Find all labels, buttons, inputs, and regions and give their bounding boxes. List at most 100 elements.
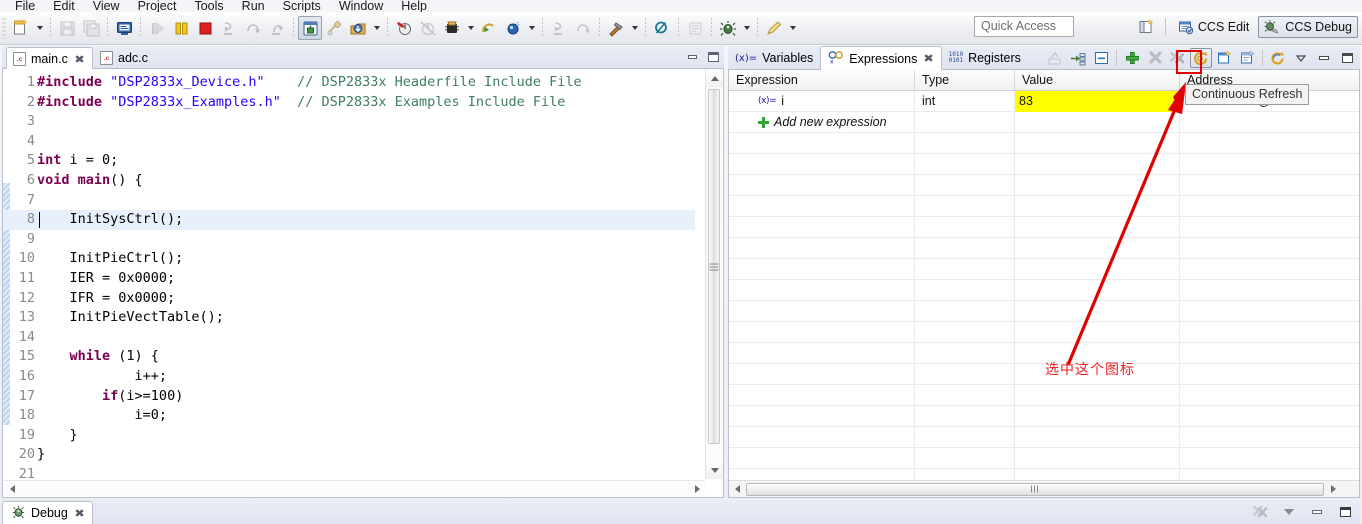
show-details-icon[interactable]: [1067, 48, 1089, 68]
scroll-right-icon[interactable]: [689, 481, 705, 496]
new-file-icon[interactable]: [9, 16, 33, 40]
code-line[interactable]: 19 }: [3, 426, 695, 446]
code-line[interactable]: 18 i=0;: [3, 406, 695, 426]
scroll-up-icon[interactable]: [706, 70, 723, 87]
code-line[interactable]: 11 IER = 0x0000;: [3, 269, 695, 289]
toolbar-grip[interactable]: [2, 17, 6, 39]
scroll-left-icon[interactable]: [729, 482, 745, 497]
empty-table-row[interactable]: [729, 427, 1359, 448]
code-line[interactable]: 2 #include "DSP2833x_Examples.h" // DSP28…: [3, 93, 695, 113]
save-icon[interactable]: [55, 16, 79, 40]
run-to-line-icon[interactable]: [477, 16, 501, 40]
close-icon[interactable]: ✖: [74, 507, 85, 520]
properties-icon[interactable]: [683, 16, 707, 40]
build-dropdown-icon[interactable]: [628, 16, 641, 40]
connect-target-icon[interactable]: [440, 16, 464, 40]
column-header-type[interactable]: Type: [915, 70, 1015, 91]
restart-icon[interactable]: [298, 16, 322, 40]
debug-dropdown-icon[interactable]: [740, 16, 753, 40]
remove-expression-icon[interactable]: [1144, 48, 1166, 68]
menu-item-tools[interactable]: Tools: [185, 0, 232, 12]
refresh-icon[interactable]: [1267, 48, 1289, 68]
code-line[interactable]: 1 #include "DSP2833x_Device.h" // DSP2833…: [3, 73, 695, 93]
empty-table-row[interactable]: [729, 406, 1359, 427]
step-return-icon[interactable]: [265, 16, 289, 40]
build-icon[interactable]: [604, 16, 628, 40]
code-line[interactable]: 8 InitSysCtrl();: [3, 210, 695, 230]
tab-registers[interactable]: 1010 0101 Registers: [942, 47, 1028, 70]
menu-item-edit[interactable]: Edit: [44, 0, 84, 12]
cell-expression[interactable]: (x)= i: [729, 91, 915, 112]
view-menu-icon[interactable]: [1290, 48, 1312, 68]
load-program-icon[interactable]: [346, 16, 370, 40]
code-line[interactable]: 15 while (1) {: [3, 347, 695, 367]
code-line[interactable]: 20}: [3, 445, 695, 465]
code-line[interactable]: 10 InitPieCtrl();: [3, 249, 695, 269]
search-icon[interactable]: [650, 16, 674, 40]
connect-target-dropdown-icon[interactable]: [464, 16, 477, 40]
tab-expressions[interactable]: x Expressions ✖: [820, 46, 942, 70]
step-over-icon[interactable]: [241, 16, 265, 40]
scrollbar-thumb[interactable]: [708, 89, 720, 444]
perspective-ccs-edit[interactable]: CCS Edit: [1172, 16, 1255, 38]
code-line[interactable]: 9: [3, 230, 695, 250]
pencil-icon[interactable]: [762, 16, 786, 40]
code-line[interactable]: 7: [3, 191, 695, 211]
tab-debug[interactable]: Debug ✖: [2, 501, 94, 524]
suspend-icon[interactable]: [169, 16, 193, 40]
code-line[interactable]: 5 int i = 0;: [3, 151, 695, 171]
suspend-all-dropdown-icon[interactable]: [525, 16, 538, 40]
new-watch-window-icon[interactable]: [1236, 48, 1258, 68]
menu-item-project[interactable]: Project: [129, 0, 186, 12]
code-line[interactable]: 3: [3, 112, 695, 132]
scroll-left-icon[interactable]: [4, 481, 20, 496]
add-expression-icon[interactable]: [1121, 48, 1143, 68]
editor-tab-main-c[interactable]: .c main.c ✖: [6, 47, 94, 70]
scrollbar-thumb[interactable]: [746, 482, 1324, 496]
code-line[interactable]: 16 i++;: [3, 367, 695, 387]
minimize-icon[interactable]: [1313, 48, 1335, 68]
editor-vertical-scrollbar[interactable]: [705, 70, 723, 479]
code-line[interactable]: 4: [3, 132, 695, 152]
suspend-all-icon[interactable]: [501, 16, 525, 40]
maximize-icon[interactable]: [705, 49, 721, 65]
cell-add-new-expression[interactable]: Add new expression: [729, 112, 915, 133]
editor-horizontal-scrollbar[interactable]: [4, 480, 705, 496]
scroll-down-icon[interactable]: [706, 462, 723, 479]
maximize-icon[interactable]: [1336, 48, 1358, 68]
menu-item-help[interactable]: Help: [392, 0, 436, 12]
expressions-horizontal-scrollbar[interactable]: [729, 480, 1359, 497]
code-editor[interactable]: 1 #include "DSP2833x_Device.h" // DSP2833…: [2, 69, 724, 498]
code-line[interactable]: 12 IFR = 0x0000;: [3, 289, 695, 309]
close-icon[interactable]: ✖: [74, 53, 85, 66]
menu-item-view[interactable]: View: [84, 0, 129, 12]
terminate-icon[interactable]: [193, 16, 217, 40]
profile-icon[interactable]: [392, 16, 416, 40]
menu-item-scripts[interactable]: Scripts: [274, 0, 330, 12]
perspective-ccs-debug[interactable]: CCS Debug: [1258, 16, 1358, 38]
maximize-icon[interactable]: [1334, 502, 1356, 522]
step-return-2-icon[interactable]: [571, 16, 595, 40]
empty-table-row[interactable]: [729, 448, 1359, 469]
new-view-icon[interactable]: [1213, 48, 1235, 68]
quick-access-input[interactable]: Quick Access: [974, 16, 1074, 37]
pencil-dropdown-icon[interactable]: [786, 16, 799, 40]
cast-to-type-icon[interactable]: [1044, 48, 1066, 68]
menu-item-file[interactable]: File: [6, 0, 44, 12]
load-program-dropdown-icon[interactable]: [370, 16, 383, 40]
open-perspective-icon[interactable]: [1135, 16, 1159, 38]
code-line[interactable]: 6 void main() {: [3, 171, 695, 191]
step-over-2-icon[interactable]: [547, 16, 571, 40]
code-line[interactable]: 17 if(i>=100): [3, 387, 695, 407]
minimize-icon[interactable]: [684, 49, 700, 65]
tab-variables[interactable]: (x)= Variables: [728, 47, 820, 70]
scroll-right-icon[interactable]: [1325, 482, 1341, 497]
save-all-icon[interactable]: [79, 16, 103, 40]
debug-icon[interactable]: [716, 16, 740, 40]
editor-tab-adc-c[interactable]: .c adc.c: [94, 47, 156, 69]
menu-item-run[interactable]: Run: [233, 0, 274, 12]
column-header-expression[interactable]: Expression: [729, 70, 915, 91]
close-icon[interactable]: ✖: [924, 52, 935, 65]
step-into-icon[interactable]: [217, 16, 241, 40]
menu-item-window[interactable]: Window: [330, 0, 392, 12]
